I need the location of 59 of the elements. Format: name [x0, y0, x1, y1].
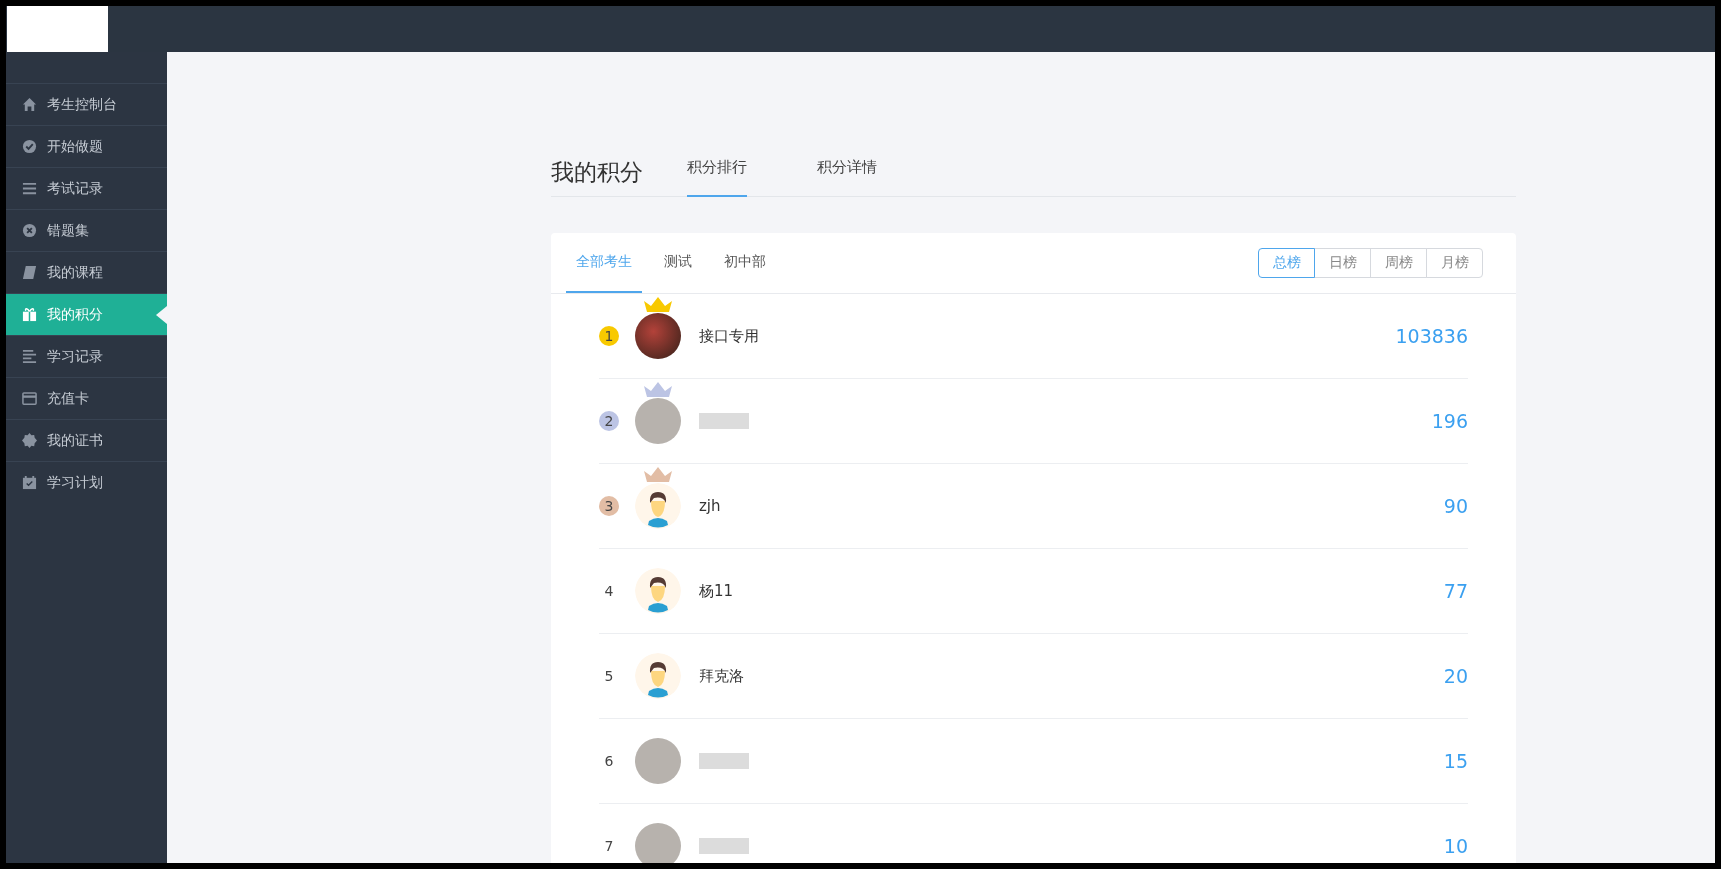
sidebar-label: 学习记录 [47, 347, 103, 366]
photo-placeholder [635, 313, 681, 359]
score: 20 [1443, 665, 1468, 687]
blurred-name [699, 838, 749, 854]
score: 90 [1443, 495, 1468, 517]
period-button[interactable]: 周榜 [1370, 248, 1427, 278]
score: 10 [1443, 835, 1468, 857]
gift-icon [22, 307, 37, 322]
score: 77 [1443, 580, 1468, 602]
sidebar-label: 考试记录 [47, 179, 103, 198]
crown-icon [643, 296, 673, 312]
check-icon [22, 139, 37, 154]
rank-number: 5 [603, 667, 615, 686]
user-name: 杨11 [699, 581, 734, 601]
badge-icon [22, 433, 37, 448]
score: 196 [1431, 410, 1468, 432]
rank-number: 1 [599, 326, 619, 346]
calendar-icon [22, 475, 37, 490]
rank-number: 2 [599, 411, 619, 431]
sidebar-label: 我的积分 [47, 305, 103, 324]
rank-number: 7 [603, 837, 615, 856]
lines-icon [22, 349, 37, 364]
blurred-name [699, 753, 749, 769]
sidebar-label: 学习计划 [47, 473, 103, 492]
rank-number: 4 [603, 582, 615, 601]
user-name: zjh [699, 497, 721, 515]
score: 103836 [1395, 325, 1468, 347]
page-title: 我的积分 [551, 158, 643, 187]
rank-number: 3 [599, 496, 619, 516]
user-name: 拜克洛 [699, 666, 744, 686]
blurred-avatar [635, 738, 681, 784]
home-icon [22, 97, 37, 112]
person-avatar-icon [635, 568, 681, 614]
blurred-name [699, 413, 749, 429]
period-button[interactable]: 月榜 [1426, 248, 1483, 278]
rank-number: 6 [603, 752, 615, 771]
blurred-avatar [635, 398, 681, 444]
sidebar-label: 考生控制台 [47, 95, 117, 114]
period-button[interactable]: 日榜 [1314, 248, 1371, 278]
user-name: 接口专用 [699, 326, 759, 346]
sidebar-label: 错题集 [47, 221, 89, 240]
book-icon [22, 265, 37, 280]
page-tab[interactable]: 积分排行 [687, 158, 747, 197]
card-icon [22, 391, 37, 406]
crown-icon [643, 381, 673, 397]
sidebar-label: 开始做题 [47, 137, 103, 156]
person-avatar-icon [635, 653, 681, 699]
sidebar-label: 我的证书 [47, 431, 103, 450]
cross-icon [22, 223, 37, 238]
crown-icon [643, 466, 673, 482]
person-avatar-icon [635, 483, 681, 529]
page-tab[interactable]: 积分详情 [817, 158, 877, 197]
blurred-avatar [635, 823, 681, 863]
score: 15 [1443, 750, 1468, 772]
sidebar-label: 我的课程 [47, 263, 103, 282]
group-tab[interactable]: 初中部 [714, 233, 776, 293]
list-icon [22, 181, 37, 196]
group-tab[interactable]: 测试 [654, 233, 702, 293]
sidebar-label: 充值卡 [47, 389, 89, 408]
